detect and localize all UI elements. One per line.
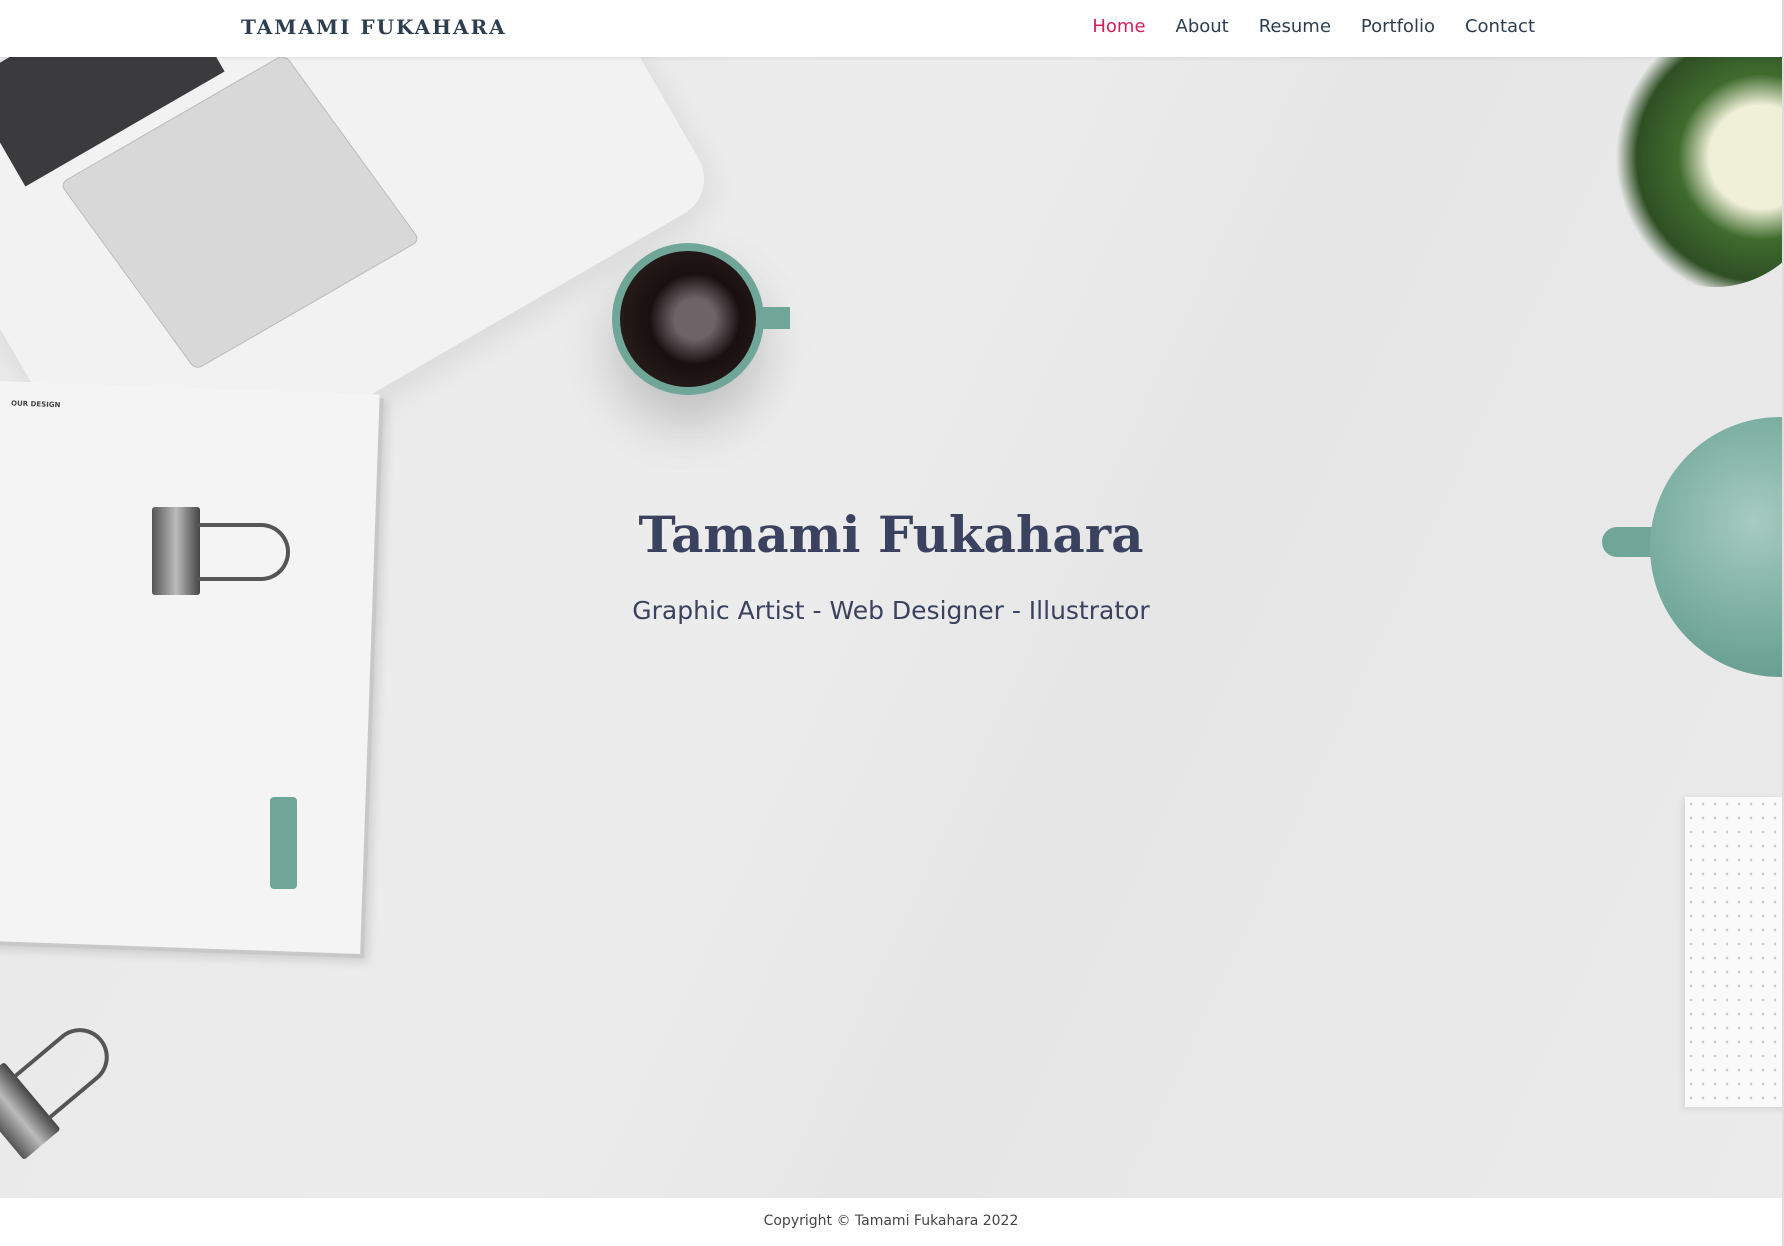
hero-section: OUR DESIGN	[0, 57, 1782, 1198]
copyright-text: Copyright © Tamami Fukahara 2022	[763, 1213, 1019, 1229]
nav-contact[interactable]: Contact	[1465, 16, 1535, 37]
site-logo[interactable]: TAMAMI FUKAHARA	[241, 15, 507, 39]
paper-image: OUR DESIGN	[0, 380, 380, 954]
main-menu: Home About Resume Portfolio Contact	[1092, 16, 1535, 37]
top-navbar: TAMAMI FUKAHARA Home About Resume Portfo…	[0, 0, 1782, 57]
binder-clip-image	[0, 1061, 61, 1161]
eraser-image	[270, 797, 297, 889]
coffee-cup-image	[612, 243, 790, 395]
nav-about[interactable]: About	[1176, 16, 1229, 37]
hero-title: Tamami Fukahara	[638, 505, 1144, 564]
flowers-image	[1600, 57, 1782, 287]
footer: Copyright © Tamami Fukahara 2022	[0, 1198, 1782, 1246]
hero-subtitle: Graphic Artist - Web Designer - Illustra…	[632, 596, 1150, 625]
paper-label: OUR DESIGN	[10, 399, 61, 410]
nav-resume[interactable]: Resume	[1259, 16, 1331, 37]
nav-portfolio[interactable]: Portfolio	[1361, 16, 1435, 37]
nav-home[interactable]: Home	[1092, 16, 1145, 37]
notebook-image	[1685, 797, 1782, 1107]
